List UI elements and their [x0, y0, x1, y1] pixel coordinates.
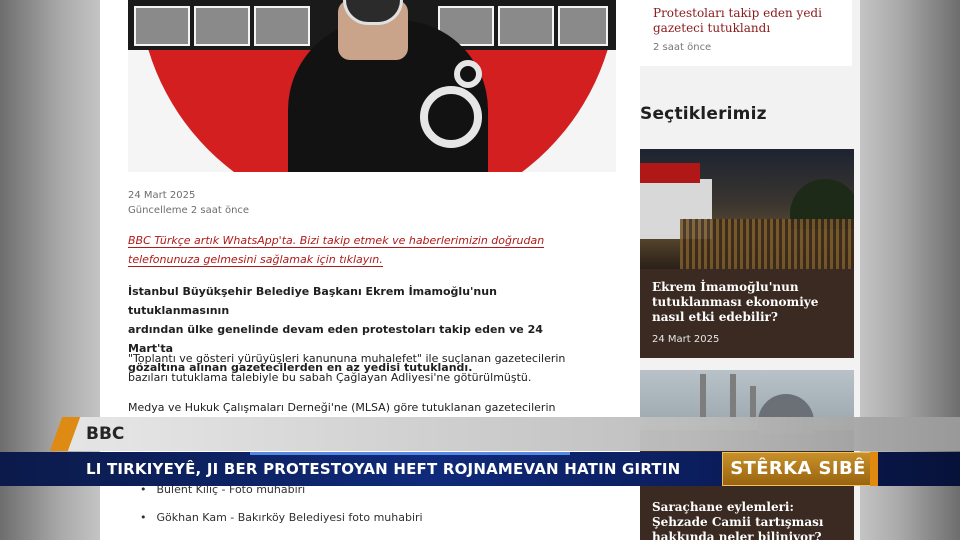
handcuffs-icon [420, 86, 482, 148]
article-paragraph: Medya ve Hukuk Çalışmaları Derneği'ne (M… [128, 401, 556, 414]
related-story-title[interactable]: Protestoları takip eden yedi gazeteci tu… [653, 6, 838, 36]
whatsapp-promo-link[interactable]: BBC Türkçe artık WhatsApp'ta. Bizi takip… [128, 231, 558, 269]
article-date: 24 Mart 2025 [128, 190, 196, 201]
featured-card-title[interactable]: Ekrem İmamoğlu'nun tutuklanması ekonomiy… [652, 280, 847, 325]
article-updated: Güncelleme 2 saat önce [128, 205, 250, 216]
channel-logo: STÊRKA SIBÊ [722, 452, 878, 486]
featured-card-title[interactable]: Saraçhane eylemleri: Şehzade Camii tartı… [652, 500, 847, 540]
article-hero-image [128, 0, 616, 172]
headline-text: LI TIRKIYEYÊ, JI BER PROTESTOYAN HEFT RO… [86, 460, 681, 478]
related-story-card[interactable]: Protestoları takip eden yedi gazeteci tu… [640, 0, 852, 66]
section-title: Seçtiklerimiz [640, 104, 767, 124]
list-item: Gökhan Kam - Bakırköy Belediyesi foto mu… [140, 511, 423, 524]
featured-card[interactable]: Ekrem İmamoğlu'nun tutuklanması ekonomiy… [640, 149, 854, 358]
news-source-bar: BBC [49, 417, 960, 451]
featured-card-date: 24 Mart 2025 [652, 334, 720, 345]
article-paragraph: "Toplantı ve gösteri yürüyüşleri kanunun… [128, 352, 566, 384]
featured-card-image [640, 149, 854, 269]
related-story-time: 2 saat önce [653, 42, 712, 53]
news-source-label: BBC [86, 424, 125, 444]
